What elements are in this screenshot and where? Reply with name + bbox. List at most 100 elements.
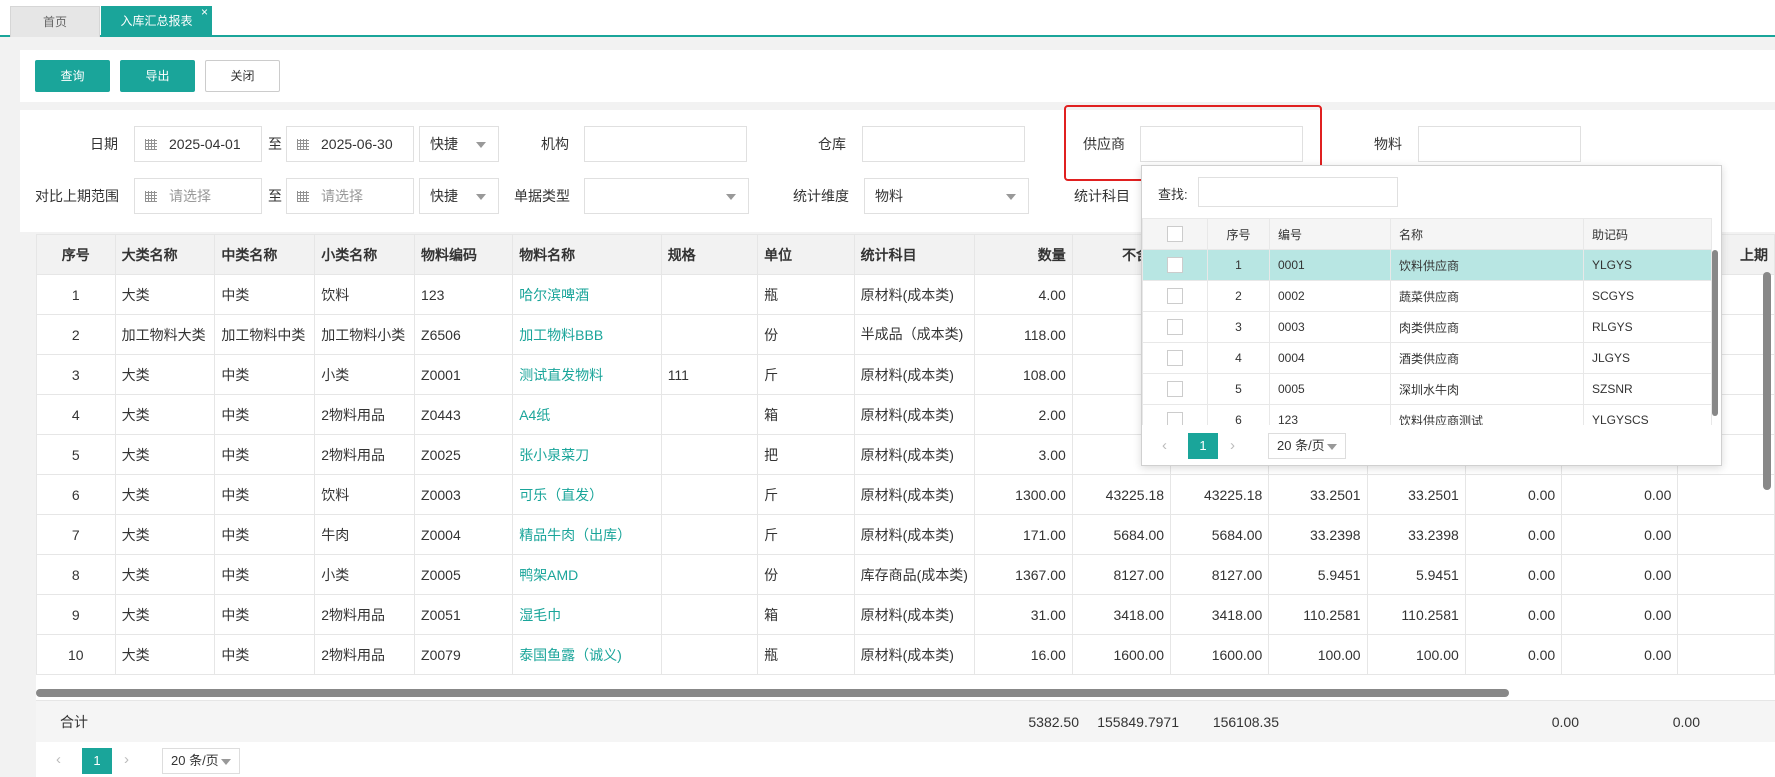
table-cell: 箱 bbox=[757, 394, 855, 435]
prev-page-icon[interactable]: ‹ bbox=[1162, 437, 1167, 454]
material-name-link[interactable]: 哈尔滨啤酒 bbox=[512, 274, 662, 315]
calendar-icon bbox=[145, 191, 157, 202]
col-header[interactable]: 序号 bbox=[36, 234, 116, 275]
org-input[interactable] bbox=[584, 126, 747, 162]
material-name-link[interactable]: 鸭架AMD bbox=[512, 554, 662, 595]
close-icon[interactable]: × bbox=[201, 0, 208, 28]
table-cell bbox=[1677, 514, 1775, 555]
compare-quick-select[interactable]: 快捷 bbox=[419, 178, 499, 214]
table-cell bbox=[660, 554, 759, 595]
warehouse-input[interactable] bbox=[862, 126, 1025, 162]
dimension-select[interactable]: 物料 bbox=[864, 178, 1029, 214]
col-header[interactable]: 统计科目 bbox=[853, 234, 975, 275]
supplier-row[interactable]: 6 123 饮料供应商测试 YLGYSCS bbox=[1142, 404, 1712, 425]
table-cell: 33.2398 bbox=[1366, 514, 1466, 555]
table-cell: 斤 bbox=[757, 514, 855, 555]
material-name-link[interactable]: 测试直发物料 bbox=[512, 354, 662, 395]
supplier-list: 1 0001 饮料供应商 YLGYS 2 0002 蔬菜供应商 SCGYS 3 0003 肉类供应商… bbox=[1142, 249, 1721, 425]
table-cell: Z0079 bbox=[414, 634, 514, 675]
material-name-link[interactable]: 泰国鱼露（诚义) bbox=[512, 634, 662, 675]
calendar-icon bbox=[145, 139, 157, 150]
material-name-link[interactable]: 加工物料BBB bbox=[512, 314, 662, 355]
table-row[interactable]: 8 大类 中类 小类 Z0005 鸭架AMD 份库存商品(成本类) 1367.00 8127.0… bbox=[36, 554, 1775, 595]
material-name-link[interactable]: 张小泉菜刀 bbox=[512, 434, 662, 475]
row-checkbox[interactable] bbox=[1142, 249, 1208, 281]
table-cell bbox=[660, 634, 759, 675]
total-col15: 0.00 bbox=[1551, 714, 1579, 730]
date-to-input[interactable]: 2025-06-30 bbox=[286, 126, 414, 162]
supplier-row[interactable]: 2 0002 蔬菜供应商 SCGYS bbox=[1142, 280, 1712, 312]
total-qty: 5382.50 bbox=[1028, 714, 1079, 730]
row-checkbox[interactable] bbox=[1142, 373, 1208, 405]
table-cell: 8127.00 bbox=[1071, 554, 1172, 595]
table-cell: 0.00 bbox=[1464, 554, 1563, 595]
table-row[interactable]: 10 大类 中类 2物料用品 Z0079 泰国鱼露（诚义) 瓶原材料(成本类) 16.00 16… bbox=[36, 634, 1775, 675]
col-header[interactable]: 物料名称 bbox=[512, 234, 662, 275]
close-button[interactable]: 关闭 bbox=[205, 60, 280, 92]
supplier-cell: 123 bbox=[1269, 404, 1391, 425]
date-from-input[interactable]: 2025-04-01 bbox=[134, 126, 262, 162]
table-cell: 瓶 bbox=[757, 634, 855, 675]
table-cell: 110.2581 bbox=[1366, 594, 1466, 635]
supplier-search-input[interactable] bbox=[1198, 177, 1398, 207]
total-amount-2: 156108.35 bbox=[1212, 714, 1279, 730]
tab-home[interactable]: 首页 bbox=[10, 6, 100, 37]
page-1-button[interactable]: 1 bbox=[1188, 433, 1218, 459]
compare-to-input[interactable]: 请选择 bbox=[286, 178, 414, 214]
col-header[interactable]: 中类名称 bbox=[214, 234, 316, 275]
table-cell: 1600.00 bbox=[1170, 634, 1270, 675]
page-size-select[interactable]: 20 条/页 bbox=[162, 748, 240, 774]
table-row[interactable]: 9 大类 中类 2物料用品 Z0051 湿毛巾箱原材料(成本类) 31.00 3418.00 3… bbox=[36, 594, 1775, 635]
table-cell: 0.00 bbox=[1561, 594, 1679, 635]
table-cell bbox=[660, 394, 759, 435]
prev-page-icon[interactable]: ‹ bbox=[56, 751, 61, 768]
horizontal-scrollbar[interactable] bbox=[36, 689, 1509, 697]
row-checkbox[interactable] bbox=[1142, 342, 1208, 374]
row-checkbox[interactable] bbox=[1142, 404, 1208, 425]
tab-inbound-summary-report[interactable]: 入库汇总报表 × bbox=[101, 5, 212, 37]
table-row[interactable]: 6 大类 中类 饮料 Z0003 可乐（直发）斤原材料(成本类) 1300.00 43225.… bbox=[36, 474, 1775, 515]
material-name-link[interactable]: 可乐（直发） bbox=[512, 474, 662, 515]
quick-select[interactable]: 快捷 bbox=[419, 126, 499, 162]
table-cell: 0.00 bbox=[1464, 474, 1563, 515]
supplier-cell: RLGYS bbox=[1583, 311, 1712, 343]
supplier-row[interactable]: 4 0004 酒类供应商 JLGYS bbox=[1142, 342, 1712, 374]
table-cell: 2 bbox=[36, 314, 116, 355]
query-button[interactable]: 查询 bbox=[35, 60, 110, 92]
compare-from-input[interactable]: 请选择 bbox=[134, 178, 262, 214]
table-cell: 2物料用品 bbox=[314, 594, 416, 635]
col-header[interactable]: 单位 bbox=[757, 234, 855, 275]
supplier-row[interactable]: 3 0003 肉类供应商 RLGYS bbox=[1142, 311, 1712, 343]
col-header[interactable]: 规格 bbox=[660, 234, 759, 275]
col-header[interactable]: 数量 bbox=[973, 234, 1073, 275]
next-page-icon[interactable]: › bbox=[1230, 437, 1235, 454]
col-header[interactable]: 小类名称 bbox=[314, 234, 416, 275]
supplier-cell: 1 bbox=[1207, 249, 1270, 281]
next-page-icon[interactable]: › bbox=[124, 751, 129, 768]
page-size-select[interactable]: 20 条/页 bbox=[1268, 433, 1346, 459]
supplier-list-scrollbar[interactable] bbox=[1712, 250, 1718, 416]
chevron-down-icon bbox=[476, 194, 486, 200]
table-cell: 中类 bbox=[214, 594, 316, 635]
supplier-row[interactable]: 5 0005 深圳水牛肉 SZSNR bbox=[1142, 373, 1712, 405]
vertical-scrollbar[interactable] bbox=[1763, 272, 1771, 490]
select-all-checkbox[interactable] bbox=[1142, 218, 1208, 250]
row-checkbox[interactable] bbox=[1142, 311, 1208, 343]
table-cell: 123 bbox=[414, 274, 514, 315]
material-name-link[interactable]: 精品牛肉（出库） bbox=[512, 514, 662, 555]
table-cell: 43225.18 bbox=[1170, 474, 1270, 515]
row-checkbox[interactable] bbox=[1142, 280, 1208, 312]
export-button[interactable]: 导出 bbox=[120, 60, 195, 92]
page-1-button[interactable]: 1 bbox=[82, 748, 112, 774]
supplier-row[interactable]: 1 0001 饮料供应商 YLGYS bbox=[1142, 249, 1712, 281]
table-row[interactable]: 7 大类 中类 牛肉 Z0004 精品牛肉（出库）斤原材料(成本类) 171.00 5684.… bbox=[36, 514, 1775, 555]
col-header[interactable]: 大类名称 bbox=[114, 234, 216, 275]
compare-range-label: 对比上期范围 bbox=[35, 188, 119, 204]
supplier-cell: 5 bbox=[1207, 373, 1270, 405]
table-cell: 108.00 bbox=[973, 354, 1073, 395]
material-input[interactable] bbox=[1418, 126, 1581, 162]
col-header[interactable]: 物料编码 bbox=[414, 234, 514, 275]
doc-type-select[interactable] bbox=[584, 178, 749, 214]
material-name-link[interactable]: 湿毛巾 bbox=[512, 594, 662, 635]
material-name-link[interactable]: A4纸 bbox=[512, 394, 662, 435]
